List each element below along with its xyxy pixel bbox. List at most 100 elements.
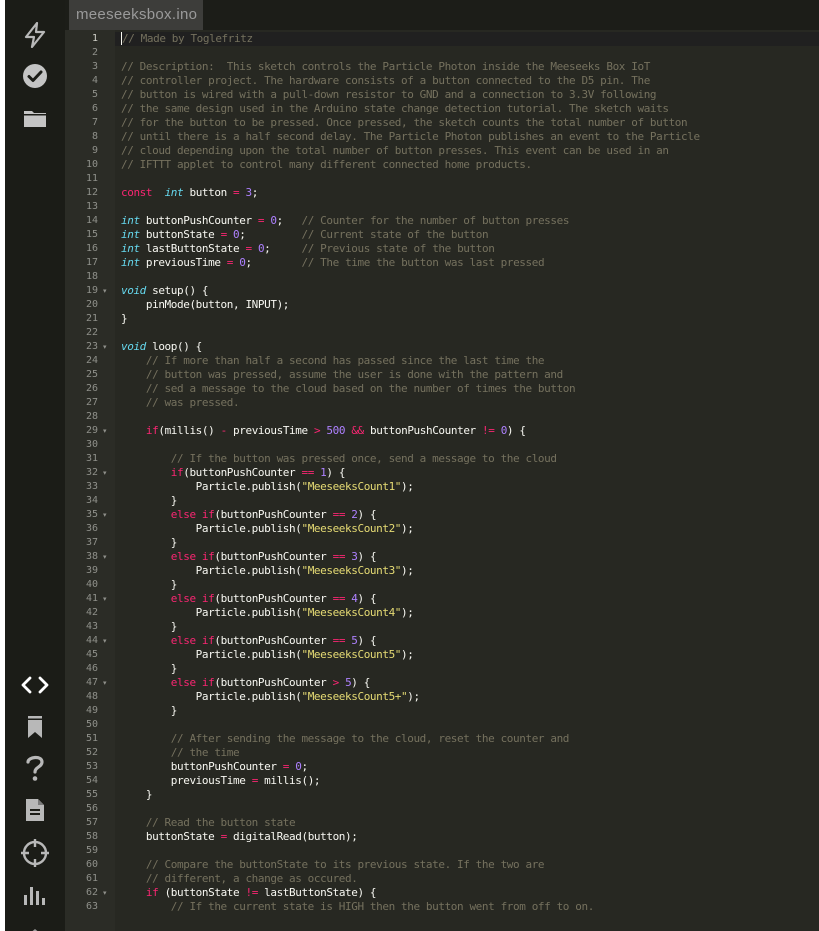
code-line[interactable]: } [121, 788, 153, 802]
code-line[interactable]: int previousTime = 0; // The time the bu… [121, 256, 545, 270]
code-line[interactable]: // If the current state is HIGH then the… [121, 900, 595, 914]
code-token: // sed a message to the cloud based on t… [145, 382, 576, 395]
fold-toggle-icon[interactable]: ▾ [103, 508, 107, 522]
code-line[interactable]: Particle.publish("MeeseeksCount2"); [121, 522, 414, 536]
bookmark-icon[interactable] [20, 712, 50, 742]
code-line[interactable]: // If more than half a second has passed… [121, 354, 545, 368]
code-line[interactable]: } [121, 494, 178, 508]
fold-toggle-icon[interactable]: ▾ [103, 466, 107, 480]
fold-toggle-icon[interactable]: ▾ [103, 424, 107, 438]
line-number: 22 [85, 327, 98, 338]
line-number: 59 [85, 845, 98, 856]
code-line[interactable]: } [121, 662, 178, 676]
code-line[interactable]: // different, a change as occured. [121, 872, 358, 886]
code-line[interactable]: // for the button to be pressed. Once pr… [121, 116, 688, 130]
code-line[interactable]: Particle.publish("MeeseeksCount1"); [121, 480, 414, 494]
code-token: int [164, 186, 184, 199]
code-line[interactable]: } [121, 536, 178, 550]
code-token: ); [401, 522, 414, 535]
code-line[interactable]: Particle.publish("MeeseeksCount4"); [121, 606, 414, 620]
code-line[interactable]: int lastButtonState = 0; // Previous sta… [121, 242, 495, 256]
fold-toggle-icon[interactable]: ▾ [103, 284, 107, 298]
code-line[interactable]: // controller project. The hardware cons… [121, 74, 650, 88]
fold-toggle-icon[interactable]: ▾ [103, 592, 107, 606]
bar-chart-icon[interactable] [20, 879, 50, 909]
code-line[interactable]: // After sending the message to the clou… [121, 732, 570, 746]
line-number: 49 [85, 705, 98, 716]
code-token: == [301, 466, 314, 479]
folder-icon[interactable] [20, 103, 50, 133]
code-line[interactable]: // was pressed. [121, 396, 240, 410]
code-icon[interactable] [20, 670, 50, 700]
code-line[interactable]: previousTime = millis(); [121, 774, 321, 788]
code-line[interactable]: // sed a message to the cloud based on t… [121, 382, 576, 396]
code-line[interactable]: // the time [121, 746, 240, 760]
code-line[interactable]: } [121, 704, 178, 718]
code-line[interactable]: void setup() { [121, 284, 209, 298]
fold-toggle-icon[interactable]: ▾ [103, 886, 107, 900]
code-line[interactable]: } [121, 578, 178, 592]
code-line[interactable]: int buttonState = 0; // Current state of… [121, 228, 489, 242]
code-line[interactable]: Particle.publish("MeeseeksCount3"); [121, 564, 414, 578]
line-number: 63 [85, 901, 98, 912]
code-token: ); [401, 480, 414, 493]
code-token: else [170, 508, 196, 521]
code-line[interactable]: // Compare the buttonState to its previo… [121, 858, 545, 872]
fold-toggle-icon[interactable]: ▾ [103, 340, 107, 354]
code-line[interactable]: else if(buttonPushCounter == 2) { [121, 508, 377, 522]
code-line[interactable]: int buttonPushCounter = 0; // Counter fo… [121, 214, 569, 228]
code-line[interactable]: buttonPushCounter = 0; [121, 760, 308, 774]
code-line[interactable]: // Made by Toglefritz [121, 32, 253, 46]
code-token: // Made by Toglefritz [122, 32, 253, 45]
code-line[interactable]: // cloud depending upon the total number… [121, 144, 669, 158]
code-token: // Counter for the number of button pres… [301, 214, 570, 227]
code-line[interactable]: Particle.publish("MeeseeksCount5"); [121, 648, 414, 662]
tab-meeseeksbox[interactable]: meeseeksbox.ino [69, 0, 203, 30]
code-line[interactable]: // Read the button state [121, 816, 296, 830]
help-icon[interactable] [20, 753, 50, 783]
fold-toggle-icon[interactable]: ▾ [103, 550, 107, 564]
line-number: 50 [85, 719, 98, 730]
code-line[interactable]: const int button = 3; [121, 186, 258, 200]
line-number: 47 [85, 677, 98, 688]
code-token: 500 [326, 424, 346, 437]
code-line[interactable]: if(buttonPushCounter == 1) { [121, 466, 346, 480]
flash-icon[interactable] [20, 20, 50, 50]
partial-icon[interactable] [20, 918, 50, 931]
verify-check-icon[interactable] [20, 61, 50, 91]
target-icon[interactable] [20, 838, 50, 868]
fold-toggle-icon[interactable]: ▾ [103, 676, 107, 690]
code-line[interactable]: // IFTTT applet to control many differen… [121, 158, 532, 172]
code-line[interactable]: else if(buttonPushCounter == 5) { [121, 634, 377, 648]
code-line[interactable]: buttonState = digitalRead(button); [121, 830, 358, 844]
code-line[interactable]: // button is wired with a pull-down resi… [121, 88, 657, 102]
line-number: 54 [85, 775, 98, 786]
line-number: 1 [91, 33, 98, 44]
code-line[interactable]: else if(buttonPushCounter == 3) { [121, 550, 377, 564]
code-line[interactable]: else if(buttonPushCounter == 4) { [121, 592, 377, 606]
code-line[interactable]: // until there is a half second delay. T… [121, 130, 700, 144]
code-line[interactable]: else if(buttonPushCounter > 5) { [121, 676, 371, 690]
code-token: } [121, 578, 178, 591]
code-line[interactable]: // Description: This sketch controls the… [121, 60, 650, 74]
code-line[interactable]: } [121, 312, 128, 326]
line-number: 56 [85, 803, 98, 814]
code-line[interactable]: if(millis() - previousTime > 500 && butt… [121, 424, 526, 438]
code-line[interactable]: // the same design used in the Arduino s… [121, 102, 669, 116]
code-line[interactable]: pinMode(button, INPUT); [121, 298, 290, 312]
code-line[interactable]: Particle.publish("MeeseeksCount5+"); [121, 690, 420, 704]
code-token: if [201, 508, 215, 521]
code-line[interactable]: if (buttonState != lastButtonState) { [121, 886, 377, 900]
code-editor[interactable]: // Made by Toglefritz // Description: Thi… [115, 30, 819, 931]
code-token: buttonPushCounter [139, 214, 258, 227]
code-token: // cloud depending upon the total number… [121, 144, 669, 157]
code-line[interactable]: } [121, 620, 178, 634]
fold-toggle-icon[interactable]: ▾ [103, 634, 107, 648]
document-icon[interactable] [20, 795, 50, 825]
code-line[interactable]: void loop() { [121, 340, 202, 354]
code-line[interactable]: // button was pressed, assume the user i… [121, 368, 563, 382]
code-line[interactable]: // If the button was pressed once, send … [121, 452, 557, 466]
